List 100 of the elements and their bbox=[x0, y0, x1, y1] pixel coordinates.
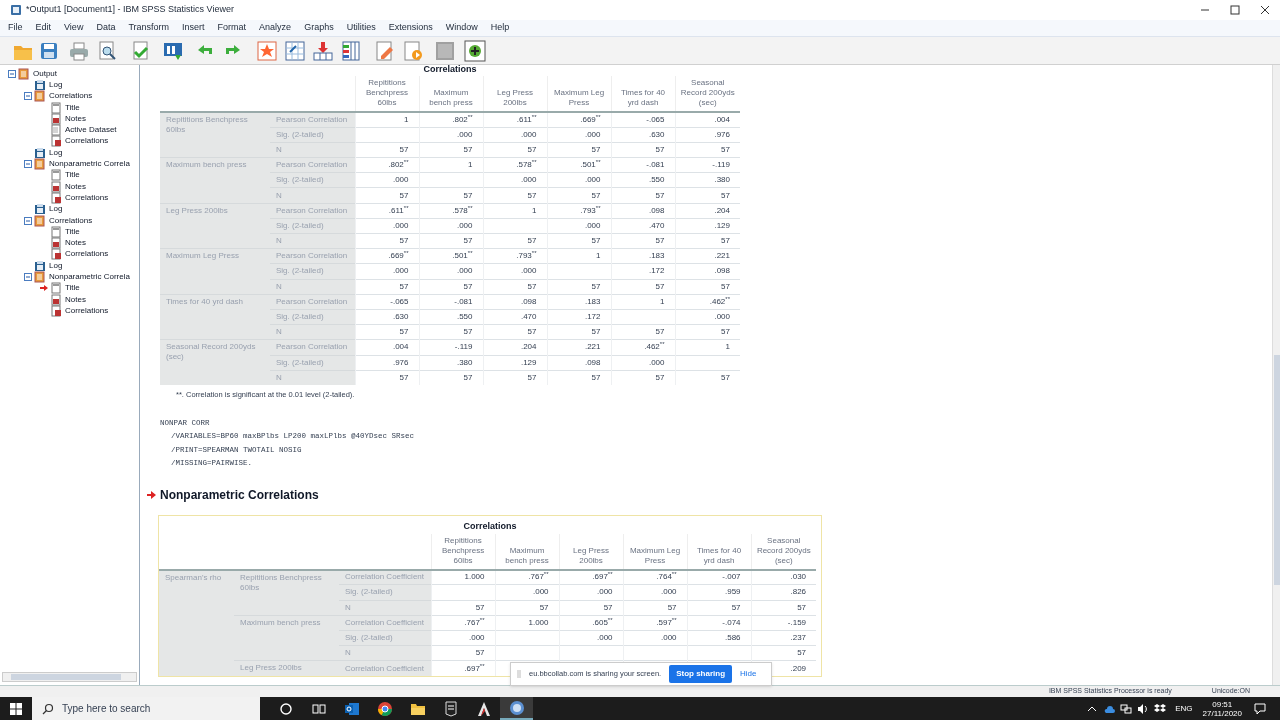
table-cell: .611$^{**}$ bbox=[483, 112, 547, 128]
outline-item[interactable]: Nonparametric Correla bbox=[49, 271, 130, 283]
horizontal-scrollbar[interactable] bbox=[2, 672, 137, 682]
outline-item[interactable]: Correlations bbox=[65, 304, 109, 317]
outline-item[interactable]: Correlations bbox=[65, 248, 109, 261]
table-cell: 57 bbox=[355, 187, 419, 204]
windows-start-icon[interactable] bbox=[10, 702, 22, 715]
printer-icon[interactable] bbox=[68, 39, 90, 62]
table-cell: 57 bbox=[355, 233, 419, 249]
row-header: Times for 40 yrd dash bbox=[160, 294, 270, 340]
column-header: Maximum bench press bbox=[419, 76, 483, 112]
drag-handle-icon[interactable] bbox=[517, 670, 521, 678]
speaker-icon[interactable] bbox=[1137, 702, 1150, 715]
menu-item[interactable]: Insert bbox=[182, 21, 205, 35]
row-header: Pearson Correlation bbox=[270, 157, 355, 173]
print-preview-icon[interactable] bbox=[96, 39, 118, 62]
row-header: N bbox=[270, 187, 355, 204]
clock-date[interactable]: 27/11/2020 bbox=[1202, 708, 1242, 718]
menu-item[interactable]: Help bbox=[490, 21, 510, 35]
menu-item[interactable]: Data bbox=[96, 21, 116, 35]
menu-item[interactable]: Window bbox=[445, 21, 478, 35]
table-cell: 57 bbox=[611, 370, 675, 386]
table-cell: .098 bbox=[611, 203, 675, 219]
maximize-icon[interactable] bbox=[1230, 5, 1240, 15]
document-icon bbox=[50, 282, 62, 295]
column-header: Leg Press 200lbs bbox=[559, 533, 624, 570]
outline-item[interactable]: Nonparametric Correla bbox=[49, 158, 130, 171]
outline-item[interactable]: Correlations bbox=[49, 214, 93, 227]
network-icon[interactable] bbox=[1120, 702, 1133, 715]
menu-item[interactable]: Edit bbox=[35, 21, 52, 35]
outline-item[interactable]: Notes bbox=[65, 293, 86, 306]
search-field[interactable]: Type here to search bbox=[32, 697, 260, 720]
outline-item[interactable]: Title bbox=[65, 101, 80, 114]
outline-item[interactable]: Correlations bbox=[65, 191, 109, 204]
row-header: Sig. (2-tailed) bbox=[270, 263, 355, 280]
collapse-icon[interactable] bbox=[24, 92, 32, 101]
table-cell: .237 bbox=[751, 630, 817, 646]
outline-item[interactable]: Output bbox=[33, 67, 57, 80]
language-indicator[interactable]: ENG bbox=[1175, 702, 1193, 715]
table-cell: 57 bbox=[675, 187, 740, 204]
outline-item[interactable]: Title bbox=[65, 225, 80, 238]
striped-table-icon[interactable] bbox=[340, 39, 362, 62]
outline-item[interactable]: Notes bbox=[65, 180, 86, 193]
collapse-icon[interactable] bbox=[24, 216, 32, 225]
table-cell: .221 bbox=[547, 339, 611, 355]
book-icon bbox=[34, 271, 46, 283]
menu-item[interactable]: Analyze bbox=[259, 21, 292, 35]
collapse-icon[interactable] bbox=[24, 160, 32, 168]
outline-item[interactable]: Title bbox=[65, 282, 80, 295]
outline-item[interactable]: Notes bbox=[65, 237, 86, 250]
menu-item[interactable]: View bbox=[64, 21, 84, 35]
menu-item[interactable]: Graphs bbox=[304, 21, 334, 35]
table-arrow-icon[interactable] bbox=[284, 39, 306, 62]
notification-icon[interactable] bbox=[1254, 702, 1266, 715]
outline-item[interactable]: Log bbox=[49, 146, 63, 159]
table-cell: .098 bbox=[675, 263, 740, 280]
blank-tile-icon[interactable] bbox=[434, 39, 456, 62]
outline-item[interactable]: Log bbox=[49, 78, 63, 91]
stop-sharing-button[interactable]: Stop sharing bbox=[669, 665, 733, 683]
table-cell: .000 bbox=[495, 584, 560, 600]
browser-icon[interactable] bbox=[376, 700, 393, 717]
circle-icon[interactable] bbox=[277, 700, 294, 717]
menu-item[interactable]: Utilities bbox=[346, 21, 376, 35]
menu-item[interactable]: Format bbox=[217, 21, 247, 35]
outline-item[interactable]: Correlations bbox=[49, 90, 93, 103]
dropbox-icon[interactable] bbox=[1154, 702, 1167, 715]
triangle-app-icon[interactable] bbox=[475, 700, 492, 717]
table-cell: .501$^{**}$ bbox=[419, 248, 483, 264]
menu-item[interactable]: Transform bbox=[128, 21, 170, 35]
scrollbar-thumb[interactable] bbox=[1274, 355, 1280, 585]
table-cell: -.065 bbox=[355, 294, 419, 310]
menu-item[interactable]: File bbox=[8, 21, 23, 35]
table-cell: .767$^{**}$ bbox=[431, 615, 496, 631]
outline-item[interactable]: Notes bbox=[65, 112, 86, 125]
outline-item[interactable]: Active Dataset bbox=[65, 124, 117, 137]
table-cell: 57 bbox=[611, 233, 675, 249]
vertical-scrollbar[interactable] bbox=[1272, 65, 1280, 685]
row-header: Sig. (2-tailed) bbox=[339, 630, 432, 646]
notes-document-icon bbox=[50, 112, 62, 125]
scrollbar-thumb[interactable] bbox=[11, 674, 121, 680]
close-icon[interactable] bbox=[1260, 5, 1270, 15]
arrow-table-icon[interactable] bbox=[312, 39, 334, 62]
star-table-icon[interactable] bbox=[256, 39, 278, 62]
statistics-app-icon[interactable] bbox=[508, 699, 525, 716]
mail-app-icon[interactable] bbox=[343, 700, 360, 717]
outline-item[interactable]: Log bbox=[49, 203, 63, 216]
outline-item[interactable]: Correlations bbox=[65, 135, 109, 148]
table-cell: .000 bbox=[355, 263, 419, 280]
pencil-document-icon[interactable] bbox=[374, 39, 396, 62]
menu-item[interactable]: Extensions bbox=[388, 21, 433, 35]
table-cell: .000 bbox=[559, 584, 624, 600]
game-launcher-icon[interactable] bbox=[442, 700, 459, 717]
clock-time[interactable]: 09:51 bbox=[1212, 699, 1233, 709]
table-cell: -.119 bbox=[675, 157, 740, 173]
plus-badge-icon[interactable] bbox=[464, 39, 486, 62]
outline-item[interactable]: Log bbox=[49, 259, 63, 272]
collapse-icon[interactable] bbox=[8, 69, 16, 78]
collapse-icon[interactable] bbox=[24, 273, 32, 281]
outline-item[interactable]: Title bbox=[65, 169, 80, 182]
table-cell: .586 bbox=[687, 630, 752, 646]
